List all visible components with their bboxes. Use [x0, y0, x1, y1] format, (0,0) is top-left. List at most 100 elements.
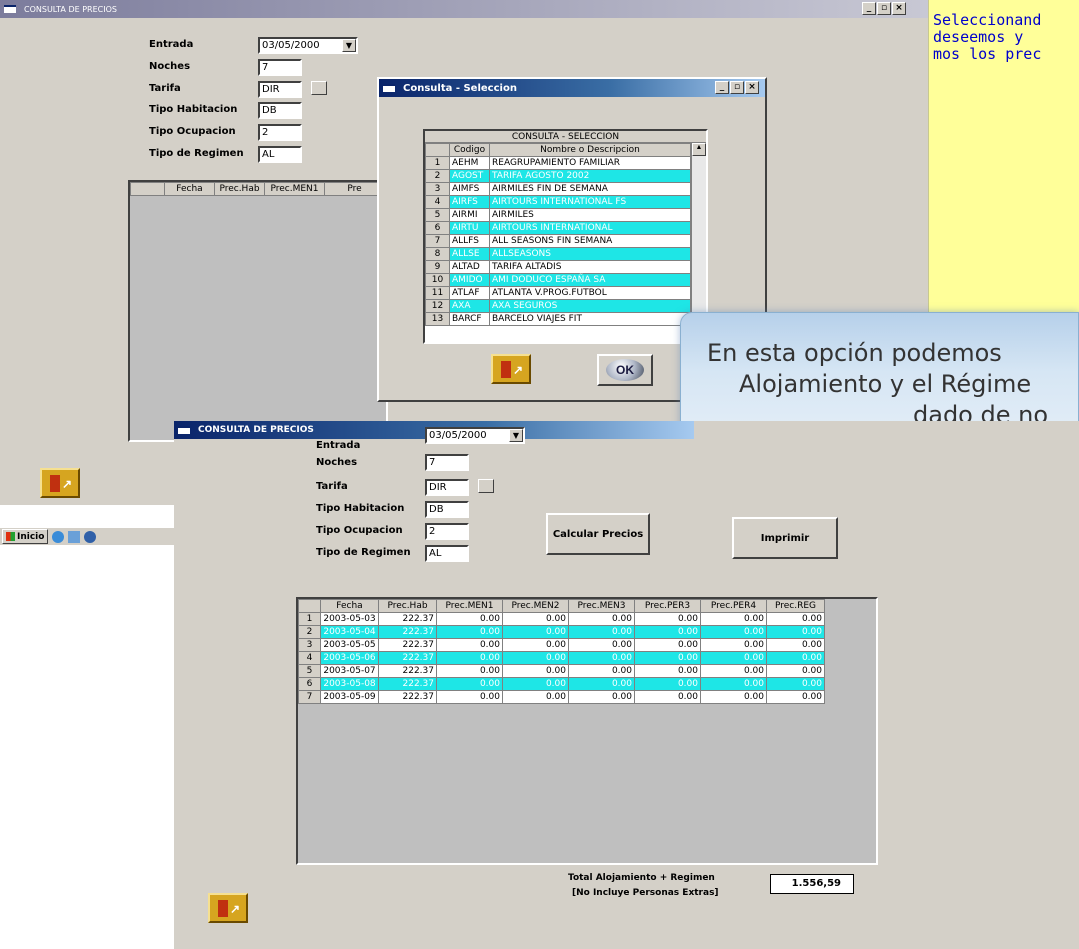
back-window-titlebar[interactable]: CONSULTA DE PRECIOS _ ▫ × — [0, 0, 928, 18]
tipo-ocupacion-field[interactable]: 2 — [425, 523, 469, 540]
maximize-icon[interactable]: ▫ — [730, 81, 744, 94]
search-icon[interactable] — [478, 479, 494, 493]
entrada-field[interactable]: 03/05/2000 ▼ — [425, 427, 525, 444]
tipo-regimen-field[interactable]: AL — [425, 545, 469, 562]
scroll-up-icon[interactable]: ▲ — [692, 143, 706, 156]
grid-cell: 2003-05-09 — [320, 690, 379, 704]
minimize-icon[interactable]: _ — [862, 2, 876, 15]
grid-header: Prec.MEN1 — [264, 182, 325, 196]
grid-cell: 222.37 — [378, 690, 437, 704]
back-exit-button[interactable]: ↗ — [40, 468, 80, 498]
chevron-down-icon[interactable]: ▼ — [342, 39, 356, 52]
grid-cell: 4 — [425, 195, 450, 209]
label-tipo-ocupacion: Tipo Ocupacion — [316, 525, 403, 536]
grid-cell: 1 — [298, 612, 321, 626]
tipo-ocupacion-field[interactable]: 2 — [258, 124, 302, 141]
list-item[interactable]: 13 BARCF BARCELO VIAJES FIT — [425, 312, 691, 326]
minimize-icon[interactable]: _ — [715, 81, 729, 94]
grid-cell: 0.00 — [568, 690, 635, 704]
grid-cell: AIRTOURS INTERNATIONAL FS — [489, 195, 691, 209]
grid-cell: 2003-05-05 — [320, 638, 379, 652]
start-label: Inicio — [17, 531, 45, 542]
grid-cell: 6 — [298, 677, 321, 691]
start-button[interactable]: Inicio — [2, 529, 49, 544]
imprimir-button[interactable]: Imprimir — [732, 517, 838, 559]
list-item[interactable]: 7 ALLFS ALL SEASONS FIN SEMANA — [425, 234, 691, 248]
ie-icon[interactable] — [52, 530, 65, 543]
table-row[interactable]: 1 2003-05-03 222.37 0.00 0.00 0.00 0.00 0.00 0.0… — [298, 612, 825, 626]
grid-cell: 0.00 — [700, 625, 767, 639]
list-item[interactable]: 4 AIRFS AIRTOURS INTERNATIONAL FS — [425, 195, 691, 209]
list-item[interactable]: 12 AXA AXA SEGUROS — [425, 299, 691, 313]
table-row[interactable]: 7 2003-05-09 222.37 0.00 0.00 0.00 0.00 0.00 0.0… — [298, 690, 825, 704]
list-item[interactable]: 2 AGOST TARIFA AGOSTO 2002 — [425, 169, 691, 183]
grid-cell: 0.00 — [568, 625, 635, 639]
list-item[interactable]: 3 AIMFS AIRMILES FIN DE SEMANA — [425, 182, 691, 196]
dialog-titlebar[interactable]: Consulta - Seleccion _ ▫ × — [379, 79, 765, 97]
grid-cell: 11 — [425, 286, 450, 300]
table-row[interactable]: 3 2003-05-05 222.37 0.00 0.00 0.00 0.00 0.00 0.0… — [298, 638, 825, 652]
grid-cell: 5 — [298, 664, 321, 678]
grid-header-row: Fecha Prec.Hab Prec.MEN1 Prec.MEN2 Prec.… — [298, 599, 825, 613]
grid-cell: 0.00 — [568, 651, 635, 665]
ok-button[interactable]: OK — [597, 354, 653, 386]
dialog-exit-button[interactable]: ↗ — [491, 354, 531, 384]
grid-cell: AIRMI — [449, 208, 490, 222]
back-prices-grid[interactable]: Fecha Prec.Hab Prec.MEN1 Pre — [128, 180, 388, 442]
selection-grid-caption: CONSULTA - SELECCION — [425, 131, 706, 143]
label-tipo-regimen: Tipo de Regimen — [316, 547, 411, 558]
grid-cell: 2003-05-07 — [320, 664, 379, 678]
prices-grid[interactable]: Fecha Prec.Hab Prec.MEN1 Prec.MEN2 Prec.… — [296, 597, 878, 865]
grid-cell: AIRMILES FIN DE SEMANA — [489, 182, 691, 196]
tipo-habitacion-field[interactable]: DB — [258, 102, 302, 119]
close-icon[interactable]: × — [892, 2, 906, 15]
close-icon[interactable]: × — [745, 81, 759, 94]
noches-field[interactable]: 7 — [425, 454, 469, 471]
grid-cell: AMIDO — [449, 273, 490, 287]
grid-cell: 13 — [425, 312, 450, 326]
list-item[interactable]: 1 AEHM REAGRUPAMIENTO FAMILIAR — [425, 156, 691, 170]
media-icon[interactable] — [84, 530, 97, 543]
list-item[interactable]: 11 ATLAF ATLANTA V.PROG.FUTBOL — [425, 286, 691, 300]
tipo-regimen-field[interactable]: AL — [258, 146, 302, 163]
search-icon[interactable] — [311, 81, 327, 95]
grid-cell: 0.00 — [436, 651, 503, 665]
grid-cell: AIRFS — [449, 195, 490, 209]
grid-cell: 2003-05-03 — [320, 612, 379, 626]
entrada-field[interactable]: 03/05/2000 ▼ — [258, 37, 358, 54]
list-item[interactable]: 9 ALTAD TARIFA ALTADIS — [425, 260, 691, 274]
total-label: Total Alojamiento + Regimen — [568, 873, 715, 883]
table-row[interactable]: 2 2003-05-04 222.37 0.00 0.00 0.00 0.00 0.00 0.0… — [298, 625, 825, 639]
running-man-icon: ↗ — [62, 477, 73, 491]
maximize-icon[interactable]: ▫ — [877, 2, 891, 15]
grid-cell: 12 — [425, 299, 450, 313]
grid-cell: 0.00 — [502, 638, 569, 652]
grid-cell: AIRTU — [449, 221, 490, 235]
table-row[interactable]: 4 2003-05-06 222.37 0.00 0.00 0.00 0.00 0.00 0.0… — [298, 651, 825, 665]
table-row[interactable]: 6 2003-05-08 222.37 0.00 0.00 0.00 0.00 0.00 0.0… — [298, 677, 825, 691]
grid-header: Prec.PER4 — [700, 599, 767, 613]
grid-header: Prec.Hab — [378, 599, 437, 613]
grid-cell: 0.00 — [634, 625, 701, 639]
grid-header: Fecha — [320, 599, 379, 613]
noches-field[interactable]: 7 — [258, 59, 302, 76]
front-window-title: CONSULTA DE PRECIOS — [198, 425, 314, 435]
exit-door-icon — [501, 361, 511, 378]
grid-header: Prec.PER3 — [634, 599, 701, 613]
windows-logo-icon — [6, 532, 15, 541]
list-item[interactable]: 6 AIRTU AIRTOURS INTERNATIONAL — [425, 221, 691, 235]
table-row[interactable]: 5 2003-05-07 222.37 0.00 0.00 0.00 0.00 0.00 0.0… — [298, 664, 825, 678]
list-item[interactable]: 10 AMIDO AMI DODUCO ESPAÑA SA — [425, 273, 691, 287]
chevron-down-icon[interactable]: ▼ — [509, 429, 523, 442]
tarifa-field[interactable]: DIR — [258, 81, 302, 98]
calcular-precios-button[interactable]: Calcular Precios — [546, 513, 650, 555]
grid-cell: 0.00 — [436, 677, 503, 691]
list-item[interactable]: 8 ALLSE ALLSEASONS — [425, 247, 691, 261]
desktop-icon[interactable] — [68, 530, 81, 543]
front-exit-button[interactable]: ↗ — [208, 893, 248, 923]
tipo-habitacion-field[interactable]: DB — [425, 501, 469, 518]
tarifa-field[interactable]: DIR — [425, 479, 469, 496]
list-item[interactable]: 5 AIRMI AIRMILES — [425, 208, 691, 222]
selection-grid[interactable]: CONSULTA - SELECCION Codigo Nombre o Des… — [423, 129, 708, 344]
grid-cell: AXA SEGUROS — [489, 299, 691, 313]
